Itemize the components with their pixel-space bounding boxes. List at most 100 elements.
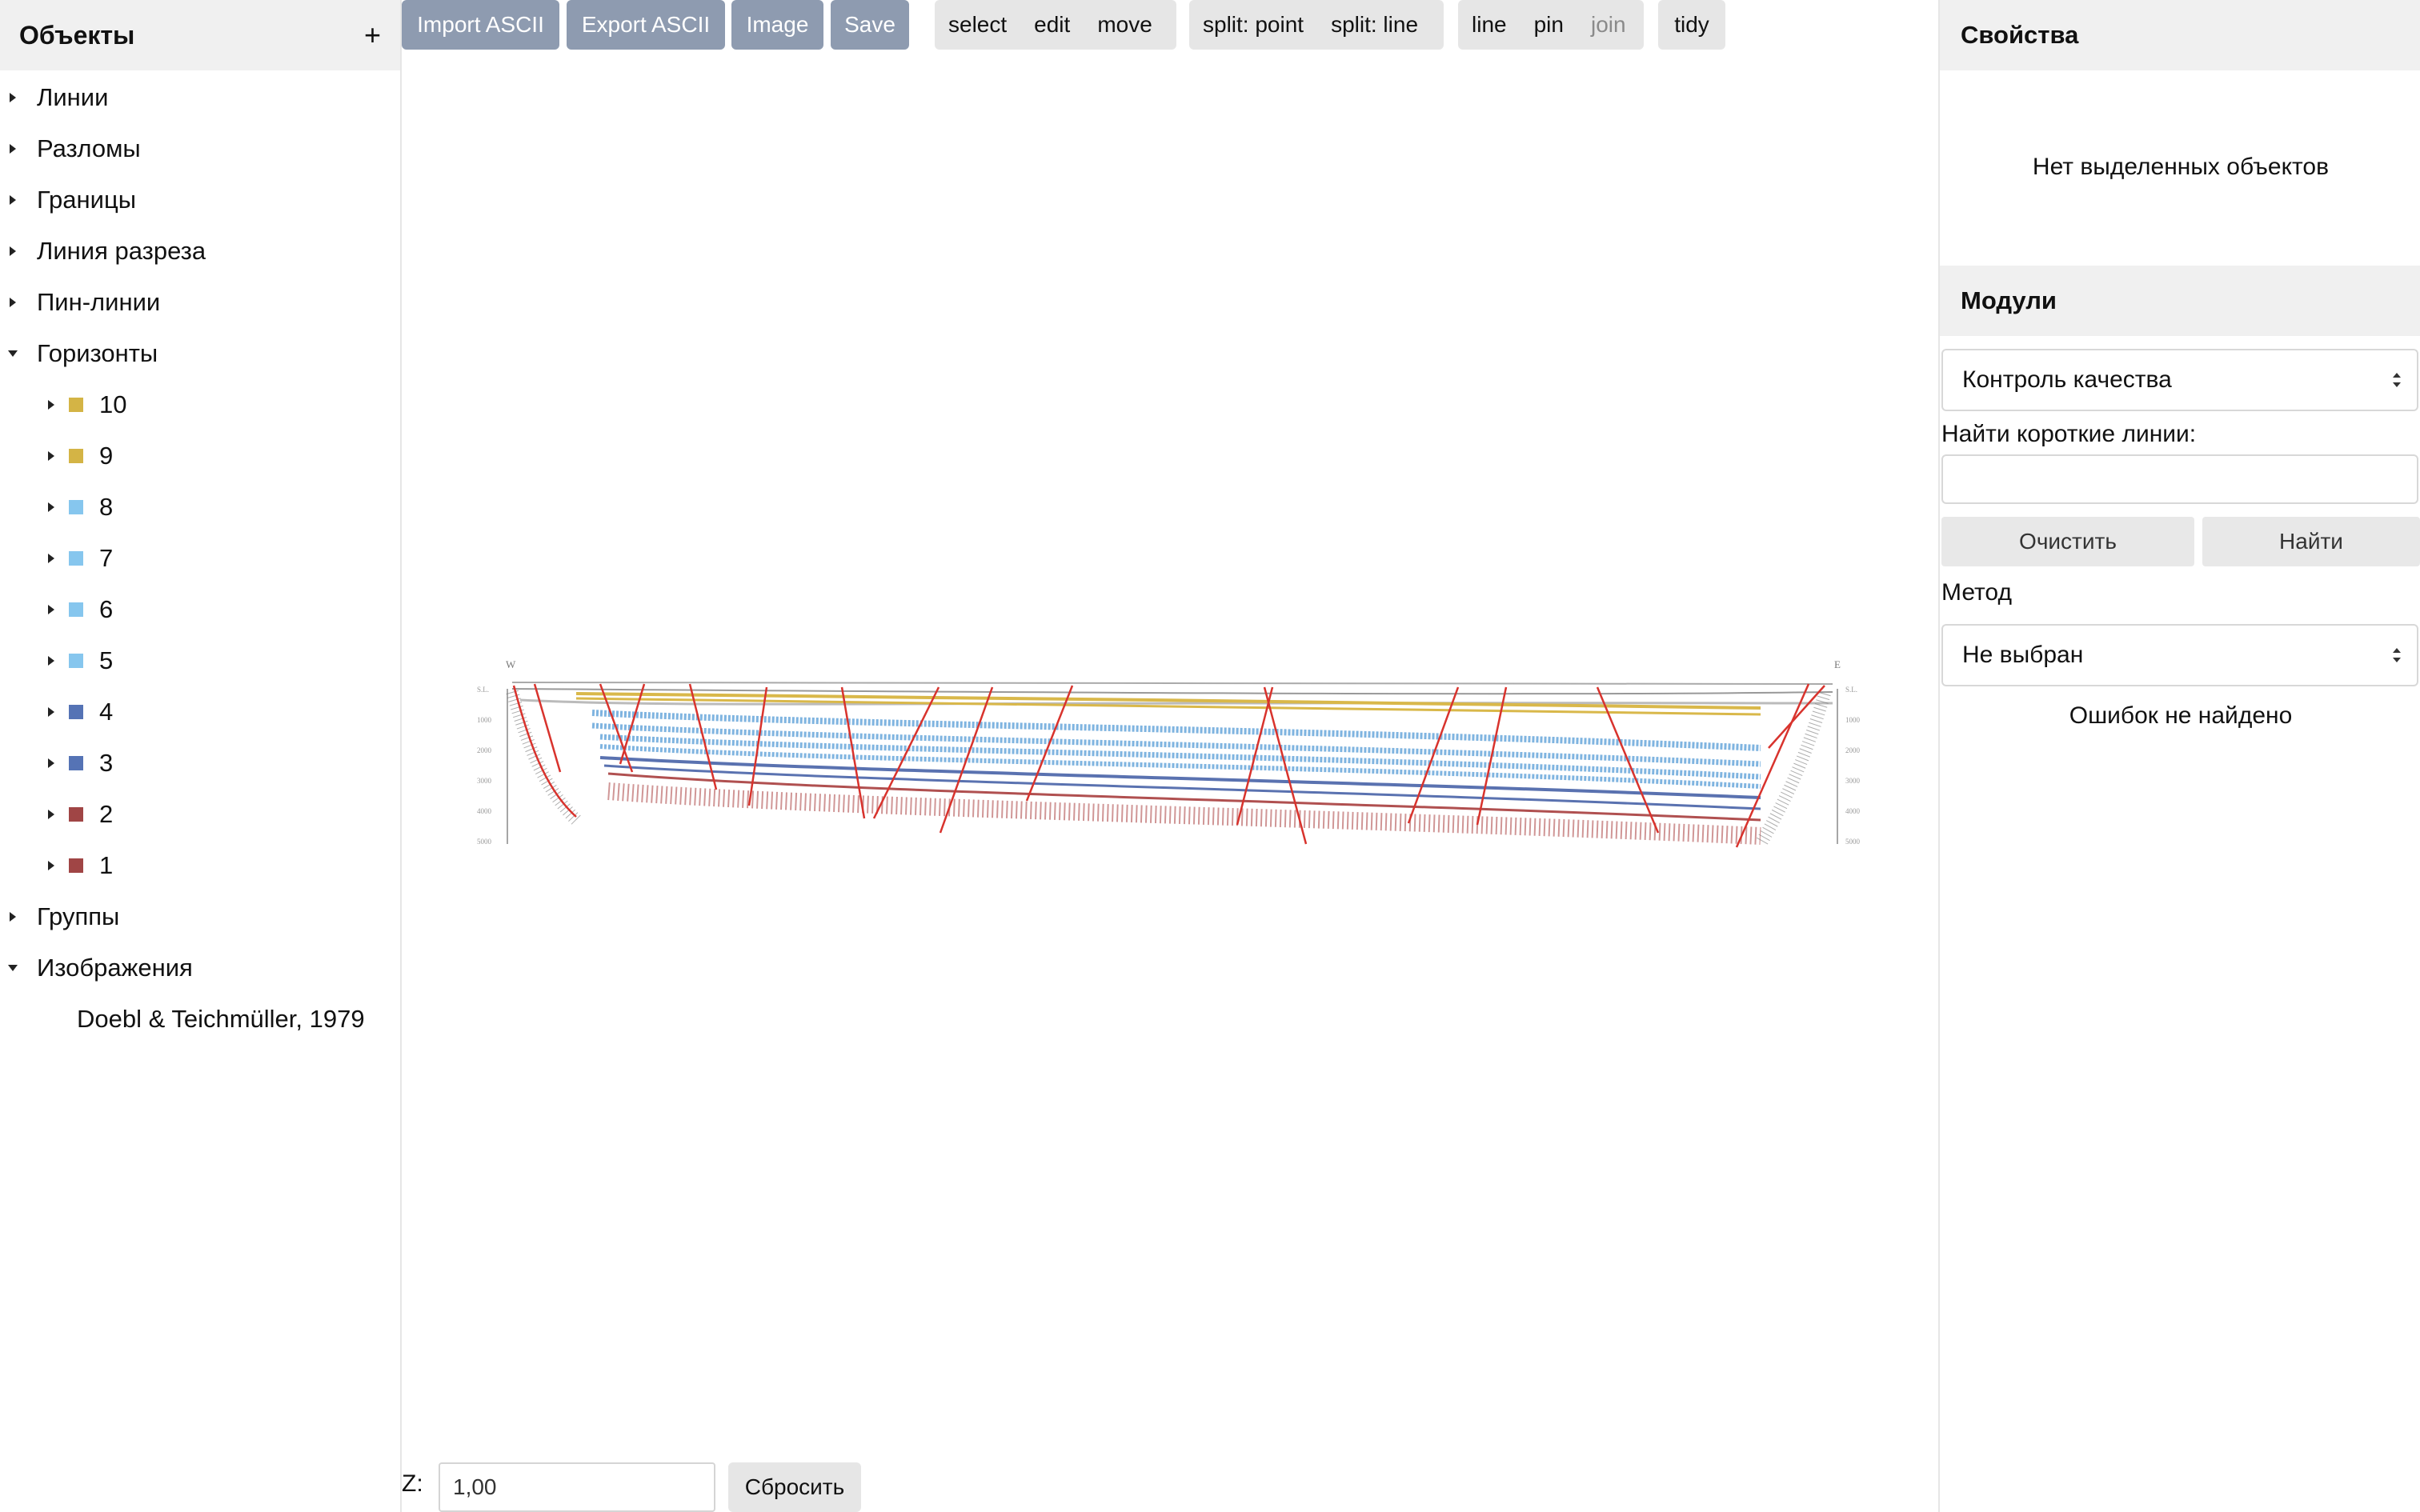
chevron-right-icon[interactable] xyxy=(10,246,16,256)
right-tick-label: 1000 xyxy=(1845,716,1861,724)
chevron-right-icon[interactable] xyxy=(48,861,54,870)
horizon-label: 9 xyxy=(99,442,114,470)
reset-button[interactable]: Сбросить xyxy=(728,1462,861,1512)
chevron-right-icon[interactable] xyxy=(10,195,16,205)
horizon-item[interactable]: 8 xyxy=(48,482,113,533)
chevron-right-icon[interactable] xyxy=(48,554,54,563)
horizon-item[interactable]: 9 xyxy=(48,430,113,482)
tree-item-label: Линия разреза xyxy=(37,237,206,265)
clear-button[interactable]: Очистить xyxy=(1941,517,2194,566)
horizon-item[interactable]: 2 xyxy=(48,789,113,840)
chevron-right-icon[interactable] xyxy=(10,144,16,154)
chevron-right-icon[interactable] xyxy=(48,758,54,768)
surface-line xyxy=(511,682,1833,685)
image-item[interactable]: Doebl & Teichmüller, 1979 xyxy=(77,994,365,1045)
properties-panel: v Свойства Нет выделенных объектов Модул… xyxy=(1938,0,2420,1512)
right-tick-label: 4000 xyxy=(1845,807,1861,815)
export-ascii-button[interactable]: Export ASCII xyxy=(567,0,725,50)
chevron-right-icon[interactable] xyxy=(10,93,16,102)
tree-item-section-line[interactable]: Линия разреза xyxy=(10,226,206,277)
right-tick-label: S.L. xyxy=(1845,686,1857,694)
left-tick-label: S.L. xyxy=(477,686,489,694)
split-point-button[interactable]: split: point xyxy=(1189,0,1317,50)
chevron-right-icon[interactable] xyxy=(10,912,16,922)
horizon-color-swatch xyxy=(69,398,83,412)
split-line-button[interactable]: split: line xyxy=(1317,0,1432,50)
save-button[interactable]: Save xyxy=(831,0,909,50)
horizon-item[interactable]: 5 xyxy=(48,635,113,686)
chevron-right-icon[interactable] xyxy=(48,656,54,666)
chevron-right-icon[interactable] xyxy=(48,400,54,410)
module-select-value: Контроль качества xyxy=(1962,366,2172,393)
left-tick-label: 1000 xyxy=(477,716,492,724)
method-select[interactable]: Не выбран xyxy=(1941,624,2418,686)
horizon-label: 2 xyxy=(99,800,114,828)
tree-item-label: Линии xyxy=(37,83,109,111)
tree-item-horizons[interactable]: Горизонты xyxy=(8,328,158,379)
select-mode-button[interactable]: select xyxy=(935,0,1020,50)
tree-item-lines[interactable]: Линии xyxy=(10,72,108,123)
select-arrows-icon xyxy=(2393,648,2401,662)
chevron-right-icon[interactable] xyxy=(48,810,54,819)
find-button[interactable]: Найти xyxy=(2202,517,2420,566)
horizon-item[interactable]: 4 xyxy=(48,686,113,738)
edit-mode-button[interactable]: edit xyxy=(1020,0,1084,50)
tree-item-pin-lines[interactable]: Пин-линии xyxy=(10,277,160,328)
chevron-right-icon[interactable] xyxy=(48,502,54,512)
horizon-item[interactable]: 7 xyxy=(48,533,113,584)
modules-title: Модули xyxy=(1940,266,2420,336)
right-tick-label: 3000 xyxy=(1845,777,1861,785)
horizon-label: 10 xyxy=(99,390,127,418)
chevron-right-icon[interactable] xyxy=(10,298,16,307)
horizon-color-swatch xyxy=(69,500,83,514)
chevron-right-icon[interactable] xyxy=(48,605,54,614)
tidy-button[interactable]: tidy xyxy=(1658,0,1725,50)
left-tick-label: 5000 xyxy=(477,838,492,846)
image-button[interactable]: Image xyxy=(731,0,823,50)
tree-item-label: Разломы xyxy=(37,134,141,162)
method-select-value: Не выбран xyxy=(1962,642,2084,668)
tree-item-label: Горизонты xyxy=(37,339,158,367)
horizon-label: 7 xyxy=(99,544,114,572)
join-button[interactable]: join xyxy=(1577,0,1640,50)
chevron-down-icon[interactable] xyxy=(8,350,18,357)
horizon-item[interactable]: 10 xyxy=(48,379,126,430)
horizon-item[interactable]: 6 xyxy=(48,584,113,635)
tree-item-boundaries[interactable]: Границы xyxy=(10,174,136,226)
import-ascii-button[interactable]: Import ASCII xyxy=(402,0,559,50)
short-lines-input[interactable] xyxy=(1941,454,2418,504)
horizon-3-line xyxy=(603,764,1761,810)
shallow-layer xyxy=(511,688,1833,695)
line-button-group: line pin join xyxy=(1458,0,1644,50)
horizon-item[interactable]: 3 xyxy=(48,738,113,789)
horizon-label: 8 xyxy=(99,493,114,521)
chevron-down-icon[interactable] xyxy=(8,965,18,971)
mode-button-group: select edit move xyxy=(935,0,1176,50)
objects-panel: Объекты + Линии Разломы Границы Линия ра… xyxy=(0,0,402,1512)
horizon-item[interactable]: 1 xyxy=(48,840,113,891)
cross-section-canvas[interactable]: W E S.L. 1000 2000 3000 4000 5000 S.L. 1… xyxy=(448,652,1881,860)
select-arrows-icon xyxy=(2393,373,2401,387)
module-select[interactable]: Контроль качества xyxy=(1941,349,2418,411)
tree-item-images[interactable]: Изображения xyxy=(8,942,193,994)
right-tick-label: 2000 xyxy=(1845,746,1861,754)
chevron-right-icon[interactable] xyxy=(48,707,54,717)
z-input[interactable] xyxy=(439,1462,715,1512)
add-object-button[interactable]: + xyxy=(364,18,381,52)
pin-button[interactable]: pin xyxy=(1521,0,1577,50)
west-label: W xyxy=(506,658,516,670)
tree-item-groups[interactable]: Группы xyxy=(10,891,119,942)
left-tick-label: 4000 xyxy=(477,807,492,815)
method-label: Метод xyxy=(1941,579,2012,606)
line-button[interactable]: line xyxy=(1458,0,1521,50)
horizon-color-swatch xyxy=(69,807,83,822)
move-mode-button[interactable]: move xyxy=(1084,0,1165,50)
horizon-color-swatch xyxy=(69,449,83,463)
horizon-color-swatch xyxy=(69,705,83,719)
objects-panel-title: Объекты xyxy=(19,20,135,50)
horizon-color-swatch xyxy=(69,756,83,770)
chevron-right-icon[interactable] xyxy=(48,451,54,461)
tree-item-faults[interactable]: Разломы xyxy=(10,123,141,174)
horizon-label: 3 xyxy=(99,749,114,777)
left-tick-label: 2000 xyxy=(477,746,492,754)
